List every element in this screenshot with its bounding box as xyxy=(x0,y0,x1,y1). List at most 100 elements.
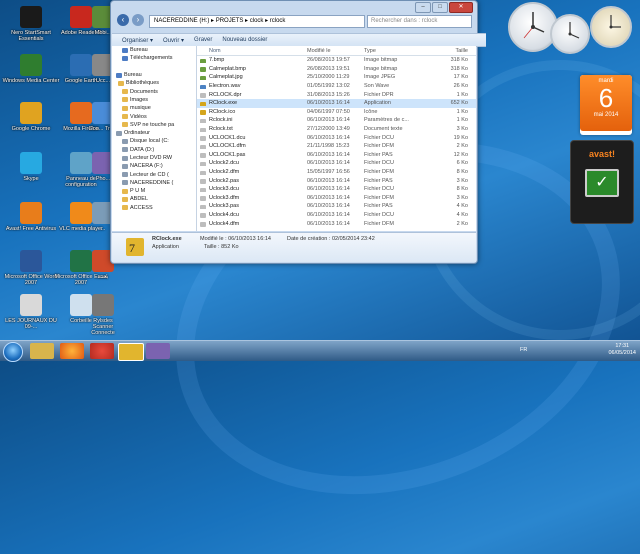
column-name[interactable]: Nom xyxy=(197,48,307,54)
desktop-icon[interactable]: Rylsdes Scanner Connecte xyxy=(88,294,118,336)
clock-face-icon xyxy=(523,12,545,39)
file-row[interactable]: UCLOCK1.dcu 06/10/2013 16:14 Fichier DCU 19… xyxy=(197,133,476,142)
back-button[interactable]: ‹ xyxy=(117,14,129,26)
file-row[interactable]: Uclock4.dcu 06/10/2013 16:14 Fichier DCU 4 … xyxy=(197,211,476,220)
nav-item-label: SVP ne touche pa xyxy=(130,121,175,128)
nav-item-label: P U M xyxy=(130,188,146,195)
file-size: 3 Ko xyxy=(456,126,468,133)
folder-icon xyxy=(116,130,122,136)
column-headers: Nom Modifié le Type Taille xyxy=(197,46,476,56)
clock-gadget-3[interactable] xyxy=(590,6,632,48)
nav-item[interactable]: SVP ne touche pa xyxy=(112,121,196,129)
open-button[interactable]: Ouvrir ▾ xyxy=(163,37,184,44)
nav-item[interactable]: musique xyxy=(112,104,196,112)
file-name-text: UCLOCK1.dfm xyxy=(209,143,246,150)
app-taskbar-icon[interactable] xyxy=(146,343,170,359)
nav-item[interactable]: Lecteur DVD RW xyxy=(112,154,196,162)
language-indicator[interactable]: FR xyxy=(520,347,527,353)
nav-item[interactable]: Documents xyxy=(112,87,196,95)
file-row[interactable]: Uclock3.dcu 06/10/2013 16:14 Fichier DCU 8 … xyxy=(197,185,476,194)
file-type-icon xyxy=(200,179,206,184)
nav-item-label: Documents xyxy=(130,88,158,95)
file-row[interactable]: Uclock3.dfm 06/10/2013 16:14 Fichier DFM 3 … xyxy=(197,194,476,203)
folder-icon xyxy=(122,138,128,144)
forward-button[interactable]: › xyxy=(132,14,144,26)
file-row[interactable]: Rclock.txt 27/12/2000 13:49 Document texte… xyxy=(197,125,476,134)
calendar-gadget[interactable]: mardi 6 mai 2014 xyxy=(580,75,632,135)
nav-item-label: ABDEL xyxy=(130,196,149,203)
calendar-face: mardi 6 mai 2014 xyxy=(580,75,632,131)
nav-item[interactable]: Ordinateur xyxy=(112,129,196,137)
file-name-text: Uclock2.dfm xyxy=(209,169,240,176)
file-row[interactable]: RClock.ico 04/06/1997 07:50 Icône 1 Ko xyxy=(197,108,476,117)
folder-icon xyxy=(122,155,128,161)
new-folder-button[interactable]: Nouveau dossier xyxy=(222,37,267,43)
nav-item[interactable]: ABDEL xyxy=(112,195,196,203)
column-size[interactable]: Taille xyxy=(424,48,468,54)
nav-item[interactable]: Bureau xyxy=(112,46,196,54)
start-button[interactable] xyxy=(3,342,23,362)
file-row[interactable]: Calmeplat.jpg 25/10/2000 11:29 Image JPEG 1… xyxy=(197,73,476,82)
column-type[interactable]: Type xyxy=(364,48,424,54)
file-name: Rclock.ini xyxy=(197,117,307,124)
tray-clock[interactable]: 17:31 06/05/2014 xyxy=(608,343,636,357)
nav-item xyxy=(112,63,196,71)
file-row[interactable]: Uclock2.dfm 15/05/1997 16:56 Fichier DFM 8 … xyxy=(197,168,476,177)
file-name: Calmeplat.bmp xyxy=(197,66,307,72)
file-list: Nom Modifié le Type Taille 7.bmp 26/08/20… xyxy=(197,46,476,231)
close-button[interactable]: ✕ xyxy=(449,2,473,13)
nav-item[interactable]: NACEREDDINE ( xyxy=(112,179,196,187)
app-icon xyxy=(20,250,42,272)
minimize-button[interactable]: – xyxy=(415,2,431,13)
nav-item[interactable]: ACCESS xyxy=(112,204,196,212)
nav-item[interactable]: Vidéos xyxy=(112,112,196,120)
file-row[interactable]: RCLOCK.dpr 31/08/2013 15:26 Fichier DPR 1 K… xyxy=(197,90,476,99)
breadcrumb-item[interactable]: clock xyxy=(250,18,264,24)
nav-item[interactable]: Téléchargements xyxy=(112,54,196,62)
file-row[interactable]: UCLOCK1.dfm 21/11/1998 15:23 Fichier DFM 2 … xyxy=(197,142,476,151)
nav-item[interactable]: DATA (D:) xyxy=(112,146,196,154)
file-row[interactable]: Uclock3.pas 06/10/2013 16:14 Fichier PAS 4 … xyxy=(197,202,476,211)
explorer-taskbar-icon[interactable] xyxy=(30,343,54,359)
file-row[interactable]: RClock.exe 06/10/2013 16:14 Application 652… xyxy=(197,98,476,108)
address-bar[interactable]: NACEREDDINE (H:) ▸ PROJETS ▸ clock ▸ rcl… xyxy=(149,15,365,28)
file-name-text: Calmeplat.bmp xyxy=(209,65,246,72)
column-date[interactable]: Modifié le xyxy=(307,48,364,54)
clock-gadget-2[interactable] xyxy=(550,14,590,54)
file-date: 06/10/2013 16:14 xyxy=(307,117,350,124)
maximize-button[interactable]: □ xyxy=(432,2,448,13)
file-type-icon xyxy=(200,118,206,124)
file-row[interactable]: 7.bmp 26/08/2013 19:57 Image bitmap 318 Ko xyxy=(197,56,476,65)
nav-item-label: ACCESS xyxy=(130,204,153,211)
nav-item[interactable]: Lecteur de CD ( xyxy=(112,170,196,178)
burn-button[interactable]: Graver xyxy=(194,37,212,43)
nav-item[interactable]: Bureau xyxy=(112,71,196,79)
breadcrumb-item[interactable]: NACEREDDINE (H:) xyxy=(154,18,209,24)
file-row[interactable]: Uclock2.dcu 06/10/2013 16:14 Fichier DCU 6 … xyxy=(197,159,476,168)
nav-item[interactable]: NACERA (F:) xyxy=(112,162,196,170)
nav-item[interactable]: Bibliothèques xyxy=(112,79,196,87)
rclock-taskbar-icon[interactable] xyxy=(118,343,144,361)
organize-button[interactable]: Organiser ▾ xyxy=(122,37,153,44)
search-input[interactable]: Rechercher dans : rclock xyxy=(367,15,472,28)
nav-item[interactable]: Images xyxy=(112,96,196,104)
app-icon xyxy=(92,294,114,316)
nav-item[interactable]: P U M xyxy=(112,187,196,195)
file-row[interactable]: Uclock4.dfm 06/10/2013 16:14 Fichier DFM 2 … xyxy=(197,219,476,228)
file-type-icon xyxy=(200,170,206,176)
file-type-icon xyxy=(200,196,206,201)
file-date: 06/10/2013 16:14 xyxy=(307,194,350,201)
breadcrumb-item[interactable]: rclock xyxy=(270,18,286,24)
file-name-text: Electron.wav xyxy=(209,83,241,90)
file-row[interactable]: Uclock2.pas 06/10/2013 16:14 Fichier PAS 3 … xyxy=(197,176,476,185)
file-row[interactable]: Rclock.ini 06/10/2013 16:14 Paramètres de … xyxy=(197,116,476,125)
file-row[interactable]: Calmeplat.bmp 26/08/2013 19:51 Image bitma… xyxy=(197,65,476,74)
firefox-taskbar-icon[interactable] xyxy=(60,343,84,359)
file-row[interactable]: UCLOCK1.pas 06/10/2013 16:14 Fichier PAS 12… xyxy=(197,151,476,160)
breadcrumb-item[interactable]: PROJETS xyxy=(216,18,244,24)
nav-item[interactable]: Disque local (C: xyxy=(112,137,196,145)
file-row[interactable]: Electron.wav 01/05/1992 13:02 Son Wave 26 K… xyxy=(197,82,476,91)
media-taskbar-icon[interactable] xyxy=(90,343,114,359)
avast-gadget[interactable]: avast! ✓ xyxy=(570,140,634,224)
file-type-icon xyxy=(200,110,206,115)
